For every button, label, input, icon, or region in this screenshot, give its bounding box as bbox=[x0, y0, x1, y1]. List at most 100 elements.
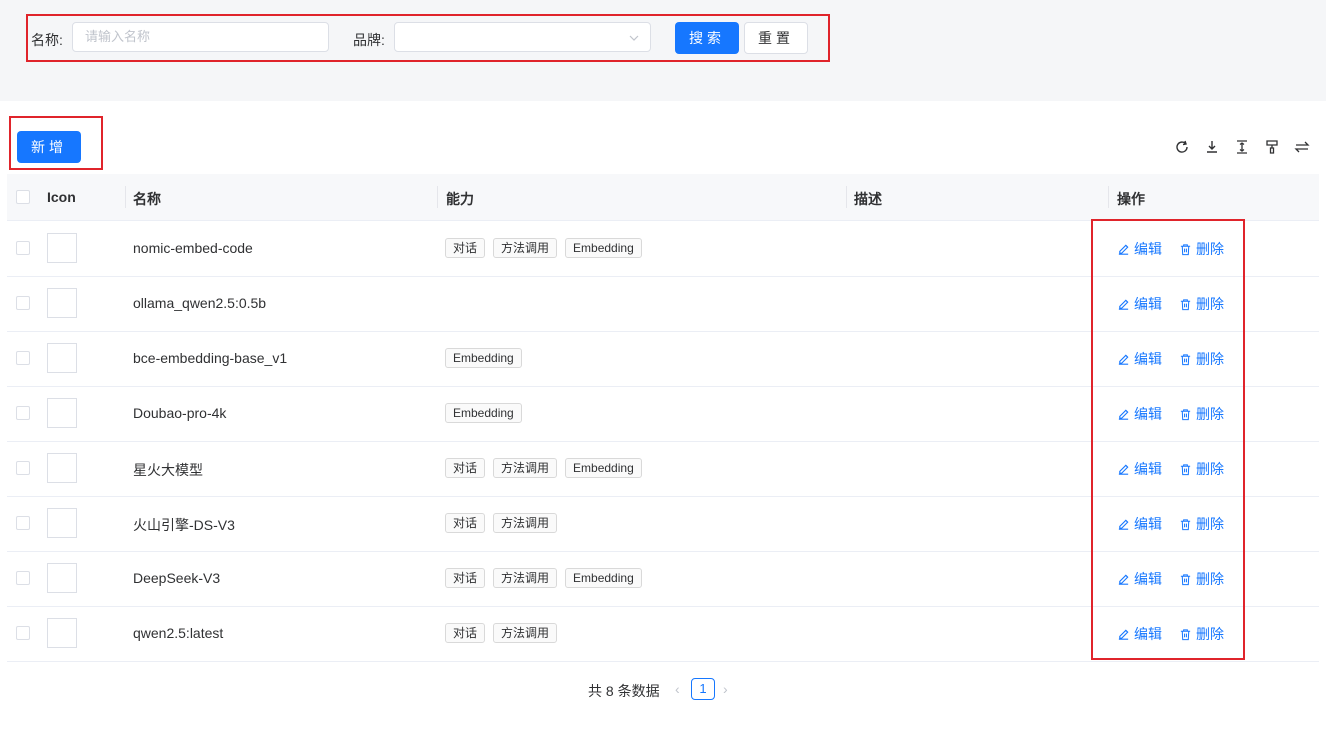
model-name: DeepSeek-V3 bbox=[133, 570, 221, 586]
row-checkbox[interactable] bbox=[16, 351, 30, 365]
brand-label: 品牌: bbox=[353, 32, 385, 48]
row-checkbox[interactable] bbox=[16, 516, 30, 530]
col-header-description: 描述 bbox=[854, 191, 882, 207]
capability-tag: Embedding bbox=[445, 403, 522, 423]
edit-button[interactable]: 编辑 bbox=[1117, 294, 1162, 314]
delete-icon bbox=[1179, 628, 1192, 641]
edit-label: 编辑 bbox=[1134, 461, 1162, 477]
delete-button[interactable]: 删除 bbox=[1179, 569, 1224, 589]
pagination-next[interactable]: › bbox=[723, 681, 728, 697]
add-button[interactable]: 新增 bbox=[17, 131, 81, 163]
edit-icon bbox=[1117, 408, 1130, 421]
name-input[interactable]: 请输入名称 bbox=[72, 22, 329, 52]
edit-icon bbox=[1117, 353, 1130, 366]
model-name: ollama_qwen2.5:0.5b bbox=[133, 295, 267, 311]
delete-label: 删除 bbox=[1196, 296, 1224, 312]
delete-button[interactable]: 删除 bbox=[1179, 404, 1224, 424]
delete-button[interactable]: 删除 bbox=[1179, 349, 1224, 369]
edit-label: 编辑 bbox=[1134, 296, 1162, 312]
row-checkbox[interactable] bbox=[16, 626, 30, 640]
capability-tags: 对话 方法调用 Embedding bbox=[445, 458, 642, 478]
row-checkbox[interactable] bbox=[16, 461, 30, 475]
pagination-total: 共 8 条数据 bbox=[588, 683, 660, 699]
capability-tag: 方法调用 bbox=[493, 513, 558, 533]
delete-label: 删除 bbox=[1196, 461, 1224, 477]
model-icon-placeholder bbox=[47, 563, 77, 593]
pagination-page-1[interactable]: 1 bbox=[691, 678, 715, 700]
edit-button[interactable]: 编辑 bbox=[1117, 624, 1162, 644]
table-row: 星火大模型 对话 方法调用 Embedding 编辑 删除 bbox=[7, 441, 1319, 497]
column-divider bbox=[437, 186, 438, 208]
model-name: Doubao-pro-4k bbox=[133, 405, 227, 421]
delete-button[interactable]: 删除 bbox=[1179, 459, 1224, 479]
model-name: nomic-embed-code bbox=[133, 240, 253, 256]
table-row: DeepSeek-V3 对话 方法调用 Embedding 编辑 删除 bbox=[7, 551, 1319, 607]
delete-button[interactable]: 删除 bbox=[1179, 239, 1224, 259]
brand-select[interactable] bbox=[394, 22, 651, 52]
edit-button[interactable]: 编辑 bbox=[1117, 349, 1162, 369]
delete-button[interactable]: 删除 bbox=[1179, 514, 1224, 534]
column-divider bbox=[125, 186, 126, 208]
delete-icon bbox=[1179, 463, 1192, 476]
edit-button[interactable]: 编辑 bbox=[1117, 569, 1162, 589]
row-checkbox[interactable] bbox=[16, 406, 30, 420]
col-header-name: 名称 bbox=[133, 191, 161, 207]
capability-tag: Embedding bbox=[565, 238, 642, 258]
edit-button[interactable]: 编辑 bbox=[1117, 459, 1162, 479]
delete-label: 删除 bbox=[1196, 241, 1224, 257]
row-checkbox[interactable] bbox=[16, 241, 30, 255]
model-name: qwen2.5:latest bbox=[133, 625, 224, 641]
capability-tag: 方法调用 bbox=[493, 458, 558, 478]
edit-button[interactable]: 编辑 bbox=[1117, 514, 1162, 534]
model-icon-placeholder bbox=[47, 343, 77, 373]
capability-tag: 方法调用 bbox=[493, 568, 558, 588]
format-painter-icon[interactable] bbox=[1263, 139, 1281, 157]
select-all-checkbox[interactable] bbox=[16, 190, 30, 204]
reset-button[interactable]: 重置 bbox=[744, 22, 808, 54]
capability-tag: Embedding bbox=[565, 458, 642, 478]
row-checkbox[interactable] bbox=[16, 296, 30, 310]
delete-icon bbox=[1179, 298, 1192, 311]
model-icon-placeholder bbox=[47, 398, 77, 428]
edit-icon bbox=[1117, 518, 1130, 531]
capability-tags: Embedding bbox=[445, 348, 522, 368]
delete-label: 删除 bbox=[1196, 626, 1224, 642]
delete-icon bbox=[1179, 353, 1192, 366]
delete-button[interactable]: 删除 bbox=[1179, 624, 1224, 644]
capability-tag: 对话 bbox=[445, 513, 486, 533]
pagination-prev[interactable]: ‹ bbox=[675, 681, 680, 697]
table-row: ollama_qwen2.5:0.5b 编辑 删除 bbox=[7, 276, 1319, 332]
refresh-icon[interactable] bbox=[1173, 139, 1191, 157]
edit-icon bbox=[1117, 573, 1130, 586]
chevron-down-icon bbox=[629, 35, 639, 41]
table-row: 火山引擎-DS-V3 对话 方法调用 编辑 删除 bbox=[7, 496, 1319, 552]
edit-button[interactable]: 编辑 bbox=[1117, 239, 1162, 259]
download-icon[interactable] bbox=[1203, 139, 1221, 157]
edit-icon bbox=[1117, 243, 1130, 256]
col-header-capability: 能力 bbox=[446, 191, 474, 207]
column-divider bbox=[846, 186, 847, 208]
swap-icon[interactable] bbox=[1293, 139, 1311, 157]
delete-button[interactable]: 删除 bbox=[1179, 294, 1224, 314]
delete-icon bbox=[1179, 243, 1192, 256]
column-height-icon[interactable] bbox=[1233, 139, 1251, 157]
row-checkbox[interactable] bbox=[16, 571, 30, 585]
edit-button[interactable]: 编辑 bbox=[1117, 404, 1162, 424]
col-header-icon: Icon bbox=[47, 189, 76, 205]
capability-tag: 对话 bbox=[445, 623, 486, 643]
capability-tag: 对话 bbox=[445, 458, 486, 478]
model-icon-placeholder bbox=[47, 453, 77, 483]
capability-tags: 对话 方法调用 bbox=[445, 513, 558, 533]
model-name: 火山引擎-DS-V3 bbox=[133, 517, 235, 533]
name-label: 名称: bbox=[31, 32, 63, 48]
capability-tag: Embedding bbox=[565, 568, 642, 588]
capability-tags: 对话 方法调用 Embedding bbox=[445, 568, 642, 588]
delete-icon bbox=[1179, 518, 1192, 531]
model-icon-placeholder bbox=[47, 508, 77, 538]
delete-icon bbox=[1179, 408, 1192, 421]
edit-label: 编辑 bbox=[1134, 406, 1162, 422]
model-name: bce-embedding-base_v1 bbox=[133, 350, 288, 366]
col-header-actions: 操作 bbox=[1117, 191, 1145, 207]
search-button[interactable]: 搜索 bbox=[675, 22, 739, 54]
capability-tag: 对话 bbox=[445, 238, 486, 258]
